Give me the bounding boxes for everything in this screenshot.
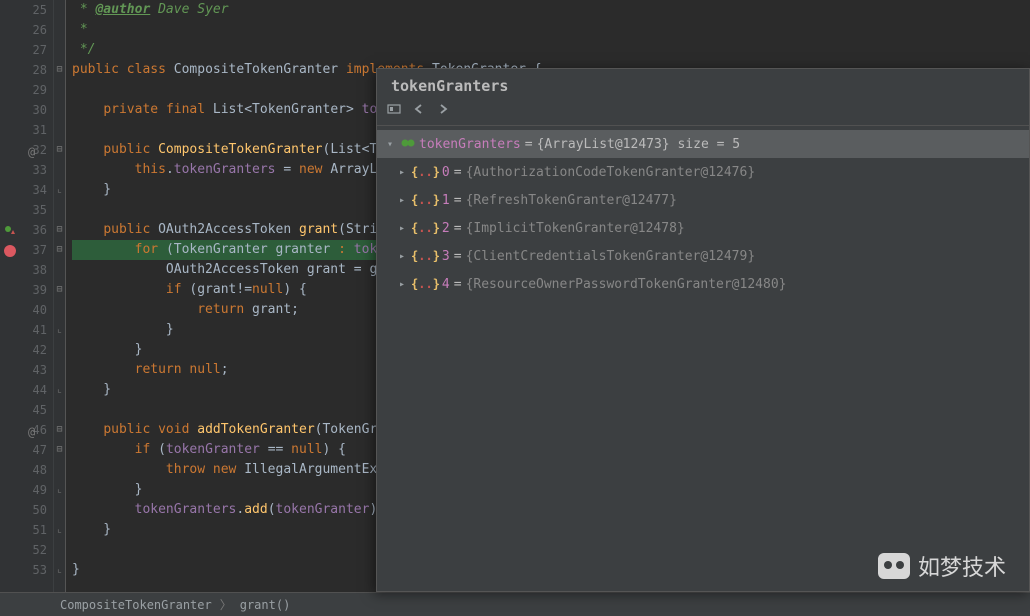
debug-tree-item[interactable]: ▸{..}0 = {AuthorizationCodeTokenGranter@… [377,158,1029,186]
line-number: 37 [0,240,53,260]
fold-marker[interactable] [54,460,65,480]
line-number: 40 [0,300,53,320]
fold-marker[interactable]: ⌞ [54,520,65,540]
fold-marker[interactable]: ⌞ [54,380,65,400]
line-number: 33 [0,160,53,180]
fold-marker[interactable]: ⊟ [54,140,65,160]
chevron-right-icon[interactable]: ▸ [395,195,409,206]
fold-marker[interactable]: ⊟ [54,440,65,460]
line-number: 32@ [0,140,53,160]
line-number: 50 [0,500,53,520]
fold-marker[interactable]: ⌞ [54,480,65,500]
chevron-right-icon[interactable]: ▸ [395,167,409,178]
override-icon[interactable] [4,223,16,235]
variable-icon [401,138,415,151]
fold-marker[interactable] [54,340,65,360]
line-number: 43 [0,360,53,380]
fold-marker[interactable] [54,120,65,140]
line-number: 51 [0,520,53,540]
array-element-icon: {..} [411,165,440,179]
fold-marker[interactable] [54,0,65,20]
line-number: 26 [0,20,53,40]
chevron-right-icon[interactable]: ▸ [395,251,409,262]
line-number: 41 [0,320,53,340]
code-line[interactable]: * @author Dave Syer [72,0,1030,20]
line-number: 38 [0,260,53,280]
watermark-text: 如梦技术 [918,550,1006,582]
fold-marker[interactable]: ⊟ [54,280,65,300]
line-number: 28 [0,60,53,80]
line-number-gutter: 2526272829303132@33343536373839404142434… [0,0,54,592]
fold-marker[interactable] [54,100,65,120]
breadcrumb-bar: CompositeTokenGranter 〉 grant() [0,592,1030,616]
breadcrumb-separator-icon: 〉 [220,596,232,613]
line-number: 27 [0,40,53,60]
breakpoint-icon[interactable] [4,243,16,255]
fold-marker[interactable]: ⊟ [54,240,65,260]
fold-marker[interactable]: ⊟ [54,220,65,240]
chevron-right-icon[interactable]: ▸ [395,279,409,290]
debug-popup-title: tokenGranters [377,69,1029,101]
watermark: 如梦技术 [878,550,1006,582]
fold-marker[interactable]: ⌞ [54,180,65,200]
array-element-icon: {..} [411,193,440,207]
line-number: 49 [0,480,53,500]
debug-tree-root[interactable]: ▾tokenGranters = {ArrayList@12473} size … [377,130,1029,158]
fold-marker[interactable] [54,300,65,320]
line-number: 36 [0,220,53,240]
nav-back-icon[interactable] [413,103,425,119]
chevron-down-icon[interactable]: ▾ [383,139,397,150]
annotation-gutter-icon: @ [28,142,35,162]
line-number: 44 [0,380,53,400]
line-number: 48 [0,460,53,480]
fold-marker[interactable] [54,20,65,40]
array-element-icon: {..} [411,277,440,291]
debug-popup-toolbar [377,101,1029,126]
debug-tree-item[interactable]: ▸{..}1 = {RefreshTokenGranter@12477} [377,186,1029,214]
line-number: 53 [0,560,53,580]
line-number: 30 [0,100,53,120]
array-element-icon: {..} [411,221,440,235]
annotation-gutter-icon: @ [28,422,35,442]
debug-tree-item[interactable]: ▸{..}2 = {ImplicitTokenGranter@12478} [377,214,1029,242]
fold-marker[interactable] [54,540,65,560]
breadcrumb-class[interactable]: CompositeTokenGranter [60,598,212,612]
fold-marker[interactable]: ⌞ [54,320,65,340]
line-number: 52 [0,540,53,560]
nav-forward-icon[interactable] [437,103,449,119]
line-number: 31 [0,120,53,140]
fold-marker[interactable] [54,160,65,180]
breadcrumb-method[interactable]: grant() [240,598,291,612]
fold-marker[interactable]: ⌞ [54,560,65,580]
debug-evaluate-popup: tokenGranters ▾tokenGranters = {ArrayLis… [376,68,1030,592]
line-number: 35 [0,200,53,220]
line-number: 29 [0,80,53,100]
debug-tree-item[interactable]: ▸{..}4 = {ResourceOwnerPasswordTokenGran… [377,270,1029,298]
fold-marker[interactable]: ⊟ [54,60,65,80]
fold-column: ⊟⊟⌞⊟⊟⊟⌞⌞⊟⊟⌞⌞⌞ [54,0,66,592]
fold-marker[interactable] [54,360,65,380]
fold-marker[interactable] [54,40,65,60]
new-watch-icon[interactable] [387,103,401,119]
line-number: 42 [0,340,53,360]
wechat-icon [878,553,910,579]
fold-marker[interactable] [54,200,65,220]
line-number: 34 [0,180,53,200]
line-number: 45 [0,400,53,420]
line-number: 39 [0,280,53,300]
fold-marker[interactable] [54,400,65,420]
fold-marker[interactable] [54,260,65,280]
debug-tree-item[interactable]: ▸{..}3 = {ClientCredentialsTokenGranter@… [377,242,1029,270]
line-number: 46@ [0,420,53,440]
fold-marker[interactable] [54,80,65,100]
chevron-right-icon[interactable]: ▸ [395,223,409,234]
code-line[interactable]: */ [72,40,1030,60]
line-number: 47 [0,440,53,460]
fold-marker[interactable]: ⊟ [54,420,65,440]
debug-variable-tree[interactable]: ▾tokenGranters = {ArrayList@12473} size … [377,126,1029,302]
fold-marker[interactable] [54,500,65,520]
line-number: 25 [0,0,53,20]
array-element-icon: {..} [411,249,440,263]
code-line[interactable]: * [72,20,1030,40]
